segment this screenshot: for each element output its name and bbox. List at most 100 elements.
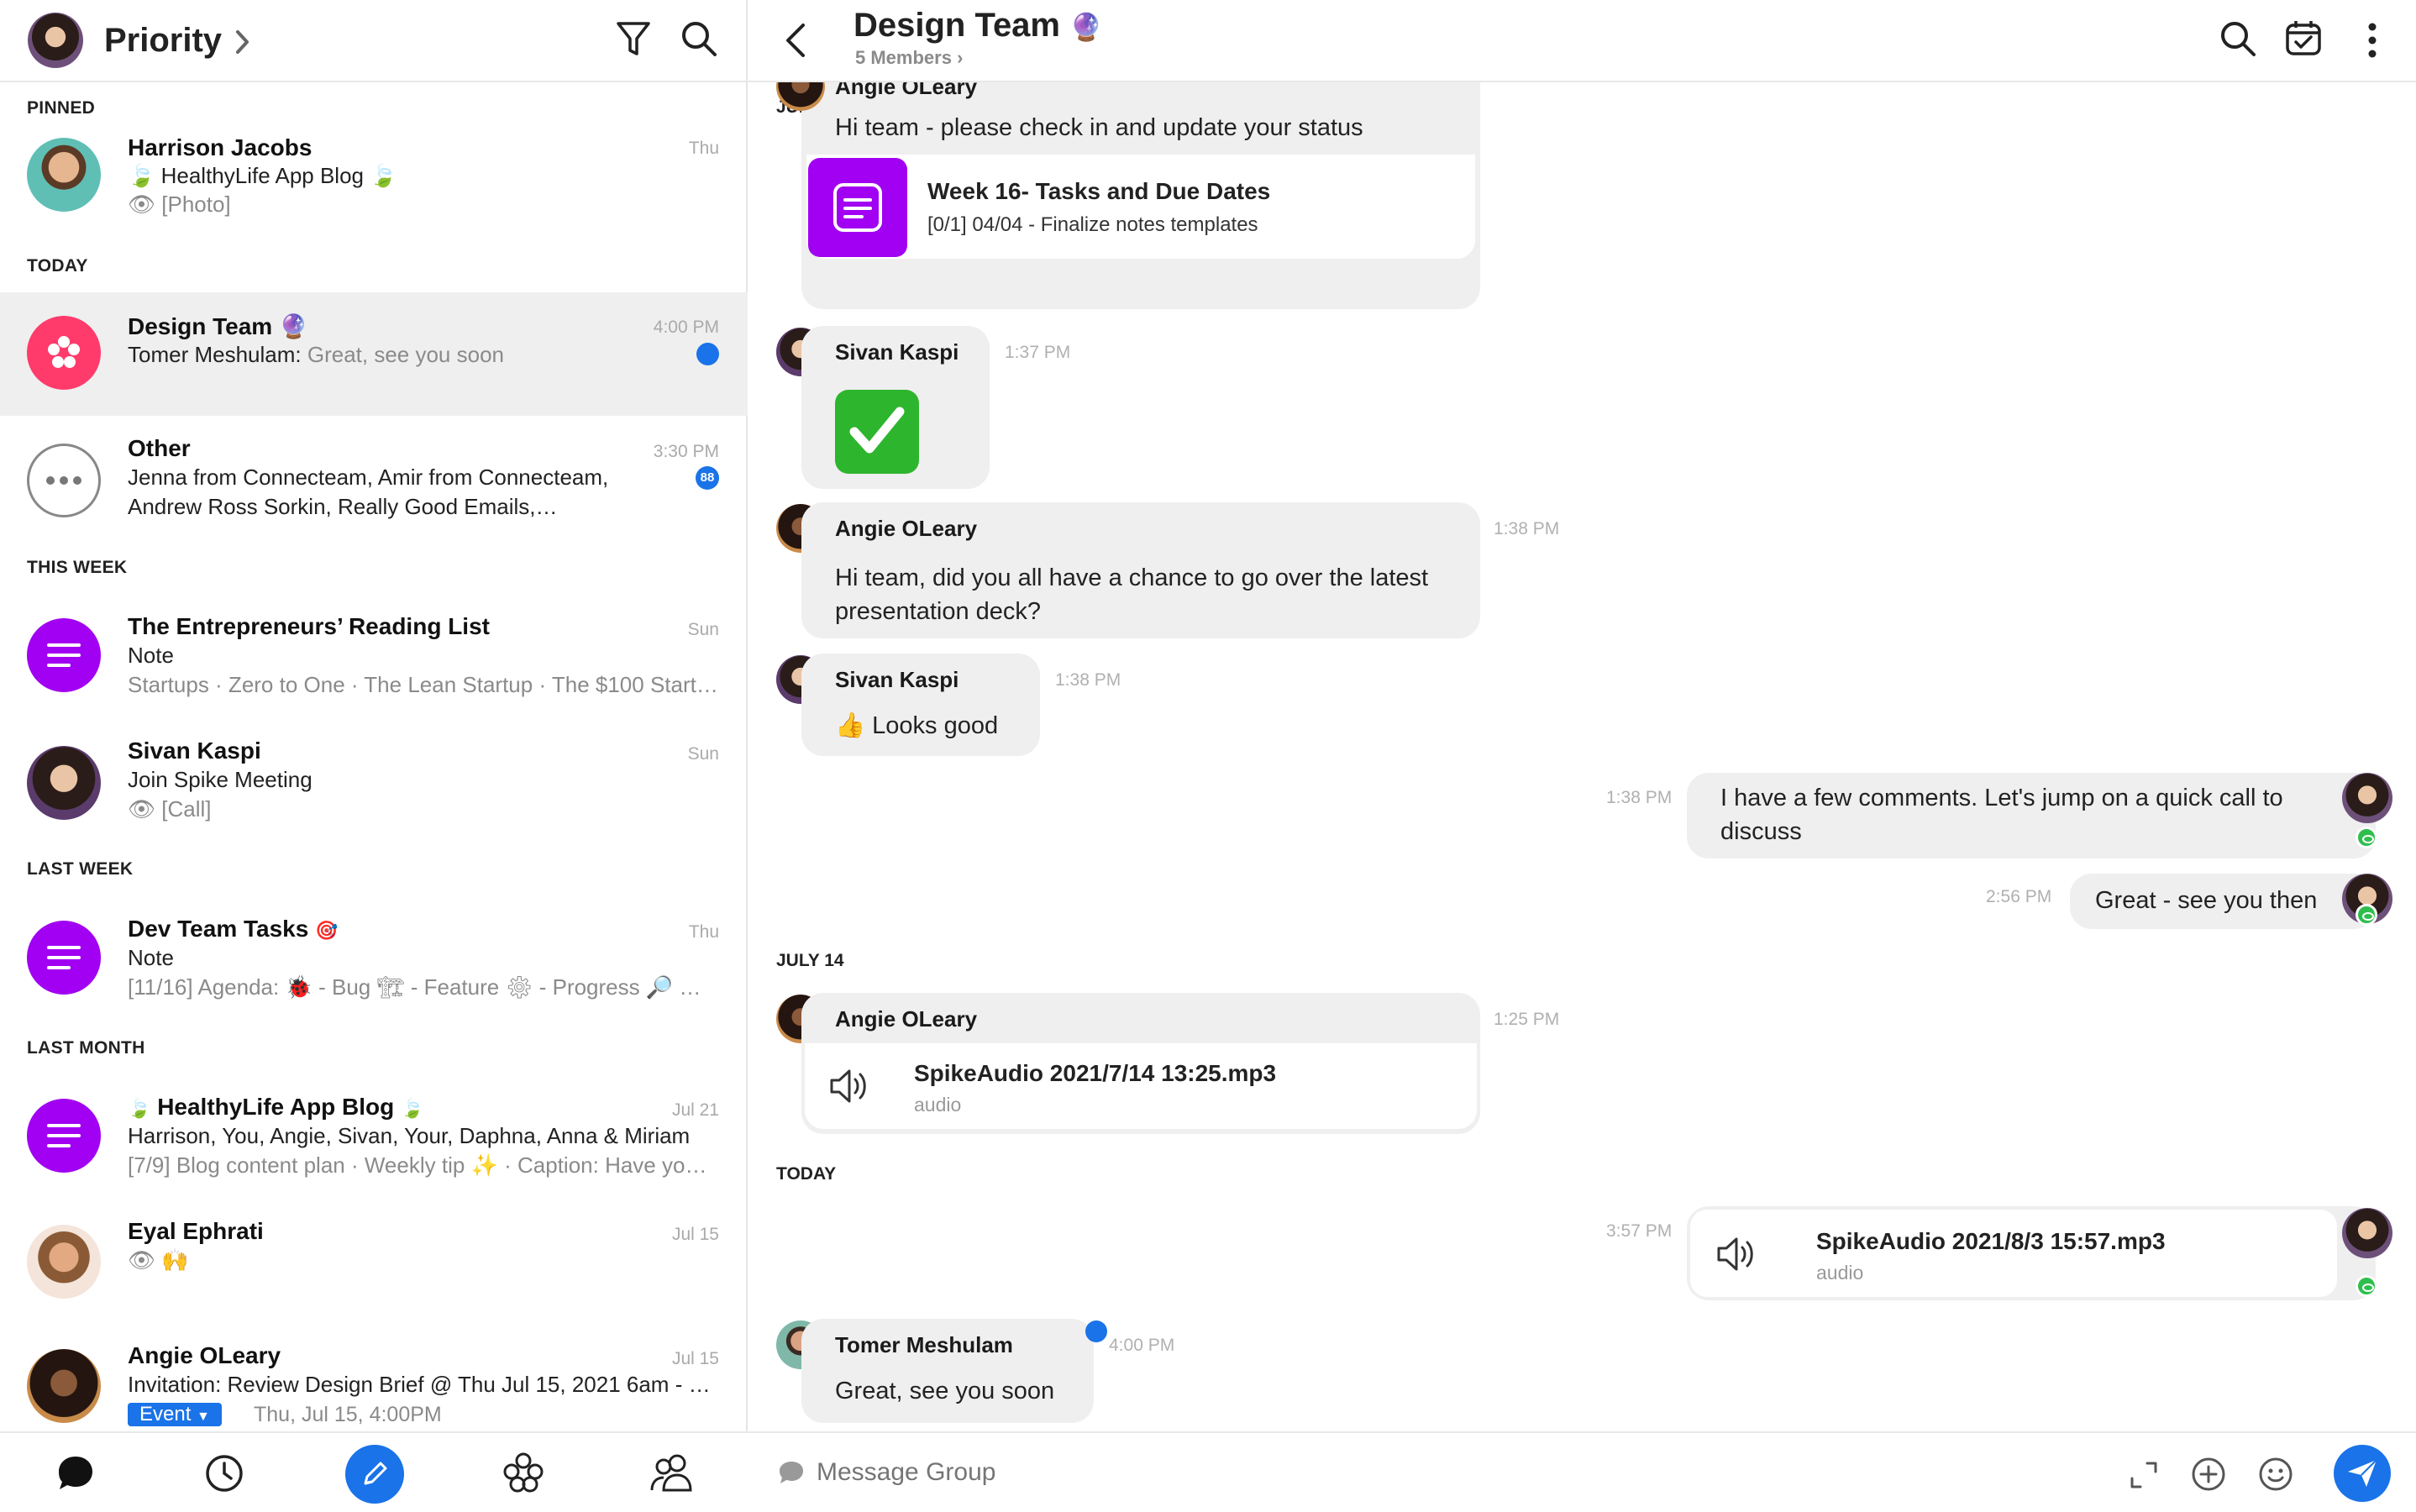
note-icon: [27, 618, 101, 692]
conversation-healthylife-app-blog[interactable]: 🍃 HealthyLife App Blog 🍃 Harrison, You, …: [0, 1084, 748, 1197]
section-today: TODAY: [27, 256, 88, 276]
compose-button[interactable]: [345, 1445, 404, 1504]
conversation-time: Thu: [688, 139, 719, 158]
clock-icon[interactable]: [204, 1453, 244, 1494]
conversation-title: Eyal Ephrati: [128, 1218, 264, 1244]
header-divider: [0, 81, 748, 82]
message-bubble[interactable]: SpikeAudio 2021/8/3 15:57.mp3 audio: [1687, 1206, 2376, 1300]
conversation-line: 👁 [Photo]: [128, 192, 231, 217]
message-list[interactable]: JUNE 13 Angie OLeary Hi team - please ch…: [748, 82, 2416, 1431]
leaf-icon: 🍃: [128, 163, 155, 188]
conversation-entrepreneurs-reading-list[interactable]: The Entrepreneurs’ Reading List Note Sta…: [0, 603, 748, 717]
message-sender: Angie OLeary: [835, 516, 978, 541]
crystal-ball-icon: 🔮: [278, 313, 308, 339]
conversation-line: [11/16] Agenda: 🐞 - Bug 🏗 - Feature ⚙ - …: [128, 974, 701, 1000]
note-icon: [808, 158, 907, 257]
note-icon: [27, 1099, 101, 1173]
message-sender: Tomer Meshulam: [835, 1332, 1013, 1357]
filter-icon[interactable]: [616, 20, 651, 57]
calendar-check-icon[interactable]: [2284, 18, 2323, 57]
avatar: [27, 138, 101, 212]
conversation-design-team[interactable]: Design Team 🔮 Tomer Meshulam: Great, see…: [0, 292, 748, 416]
section-last-week: LAST WEEK: [27, 859, 134, 879]
message-text: I have a few comments. Let's jump on a q…: [1720, 785, 2283, 845]
conversation-title: 🍃 HealthyLife App Blog 🍃: [128, 1094, 424, 1120]
message-bubble[interactable]: Tomer Meshulam Great, see you soon: [801, 1319, 1094, 1423]
chat-search-icon[interactable]: [2219, 20, 2256, 57]
avatar: [27, 746, 101, 820]
chevron-right-icon: ›: [957, 47, 964, 68]
conversation-time: Thu: [688, 922, 719, 942]
conversation-line: Harrison, You, Angie, Sivan, Your, Daphn…: [128, 1123, 691, 1148]
audio-attachment[interactable]: SpikeAudio 2021/8/3 15:57.mp3 audio: [1690, 1210, 2337, 1297]
message-bubble[interactable]: Sivan Kaspi 👍 Looks good: [801, 654, 1040, 756]
event-dropdown-button[interactable]: Event ▼: [128, 1403, 222, 1426]
message-bubble[interactable]: Angie OLeary Hi team - please check in a…: [801, 82, 1480, 309]
conversation-harrison-jacobs[interactable]: Harrison Jacobs 🍃 HealthyLife App Blog 🍃…: [0, 128, 748, 233]
message-text: Hi team, did you all have a chance to go…: [835, 564, 1429, 625]
message-text: Great - see you then: [2095, 887, 2318, 914]
chevron-down-icon: ▼: [197, 1410, 210, 1424]
expand-icon[interactable]: [2129, 1460, 2159, 1490]
seen-icon: [2356, 827, 2377, 848]
message-bubble[interactable]: Great - see you then: [2070, 874, 2376, 929]
design-team-group-icon: [27, 316, 101, 390]
contacts-icon[interactable]: [649, 1452, 697, 1494]
conversation-line: [7/9] Blog content plan · Weekly tip ✨ ·…: [128, 1152, 707, 1178]
conversation-title: Harrison Jacobs: [128, 134, 313, 160]
leaf-icon: 🍃: [401, 1098, 424, 1119]
emoji-icon[interactable]: [2258, 1457, 2293, 1492]
thumbs-up-icon: 👍: [835, 712, 866, 739]
conversation-preview: Tomer Meshulam: Great, see you soon: [128, 342, 504, 367]
eye-icon: 👁: [128, 1247, 156, 1273]
speaker-icon: [1699, 1216, 1774, 1292]
conversation-other[interactable]: Other Jenna from Connecteam, Amir from C…: [0, 427, 748, 544]
message-bubble[interactable]: I have a few comments. Let's jump on a q…: [1687, 773, 2376, 858]
avatar: [27, 1225, 101, 1299]
conversation-angie-oleary[interactable]: Angie OLeary Invitation: Review Design B…: [0, 1334, 748, 1428]
message-text: Great, see you soon: [835, 1378, 1055, 1404]
note-card-subtitle: [0/1] 04/04 - Finalize notes templates: [927, 213, 1258, 236]
priority-title[interactable]: Priority: [104, 22, 222, 60]
conversation-time: Sun: [687, 744, 719, 764]
audio-attachment[interactable]: SpikeAudio 2021/7/14 13:25.mp3 audio: [805, 1043, 1477, 1129]
eye-icon: 👁: [128, 796, 156, 822]
members-link[interactable]: 5 Members ›: [855, 47, 963, 69]
message-input[interactable]: [817, 1452, 1993, 1494]
conversation-title: The Entrepreneurs’ Reading List: [128, 613, 490, 639]
seen-icon: [2356, 904, 2377, 926]
event-time: Thu, Jul 15, 4:00PM: [254, 1403, 442, 1426]
conversation-title: Design Team 🔮: [128, 313, 308, 339]
chat-title[interactable]: Design Team 🔮: [853, 7, 1103, 45]
chat-bubble-icon[interactable]: [55, 1453, 96, 1494]
back-button[interactable]: [785, 22, 806, 59]
profile-avatar[interactable]: [28, 13, 83, 68]
note-card-title: Week 16- Tasks and Due Dates: [927, 178, 1271, 204]
message-time: 1:38 PM: [1494, 519, 1560, 538]
send-button[interactable]: [2334, 1445, 2391, 1502]
add-attachment-icon[interactable]: [2191, 1457, 2226, 1492]
message-bubble[interactable]: Angie OLeary SpikeAudio 2021/7/14 13:25.…: [801, 993, 1480, 1134]
conversation-line: Note: [128, 945, 174, 970]
send-icon: [2348, 1459, 2377, 1487]
conversation-time: Jul 15: [671, 1349, 719, 1368]
message-time: 1:37 PM: [1005, 343, 1071, 362]
conversation-dev-team-tasks[interactable]: Dev Team Tasks 🎯 Note [11/16] Agenda: 🐞 …: [0, 906, 748, 1015]
chevron-right-icon[interactable]: [234, 29, 252, 55]
search-icon[interactable]: [680, 20, 717, 57]
message-bubble[interactable]: Sivan Kaspi: [801, 326, 990, 489]
raised-hands-icon: 🙌: [161, 1247, 189, 1273]
bottom-nav: [0, 1431, 748, 1512]
message-sender: Sivan Kaspi: [835, 667, 959, 692]
groups-icon[interactable]: [502, 1452, 544, 1494]
message-bubble[interactable]: Angie OLeary Hi team, did you all have a…: [801, 502, 1480, 638]
unread-count-badge: 88: [696, 466, 719, 490]
conversation-sivan-kaspi[interactable]: Sivan Kaspi Join Spike Meeting 👁 [Call] …: [0, 727, 748, 837]
conversation-eyal-ephrati[interactable]: Eyal Ephrati 👁 🙌 Jul 15: [0, 1210, 748, 1319]
note-card[interactable]: Week 16- Tasks and Due Dates [0/1] 04/04…: [806, 155, 1475, 259]
more-vertical-icon[interactable]: [2367, 22, 2377, 59]
avatar: [2342, 773, 2392, 823]
magnifier-icon: 🔎: [645, 974, 674, 1000]
conversation-title: Sivan Kaspi: [128, 738, 261, 764]
message-sender: Angie OLeary: [835, 1006, 978, 1032]
